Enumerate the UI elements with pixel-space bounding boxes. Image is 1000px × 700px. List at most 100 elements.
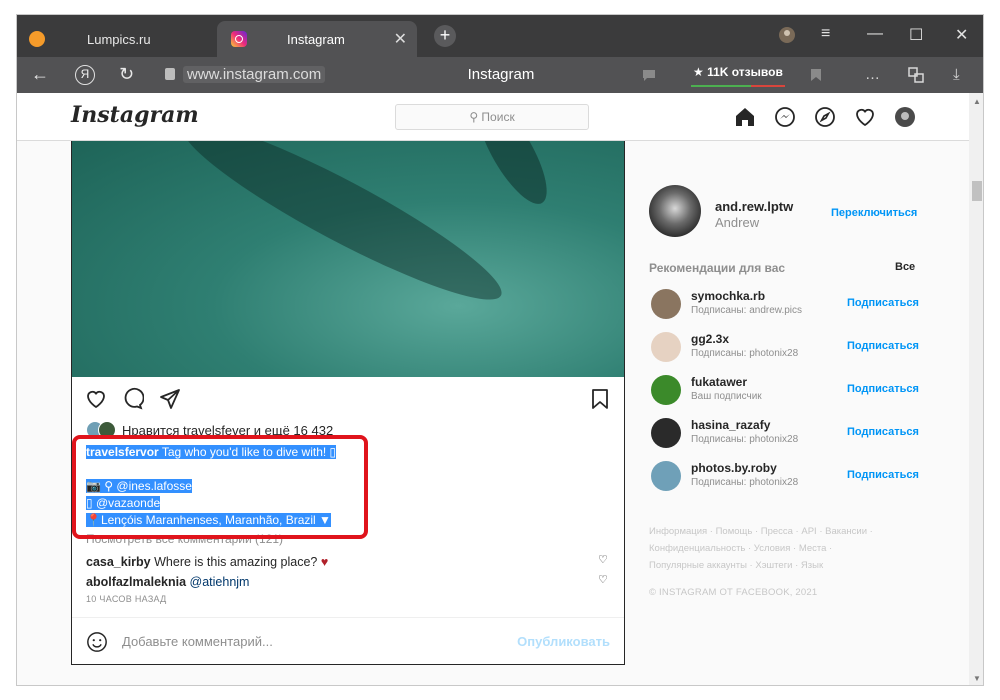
address-bar: ← Я ↻ www.instagram.com Instagram ★ 11K … [17, 57, 983, 93]
ig-header: Instagram ⚲ Поиск [17, 93, 969, 141]
reload-icon[interactable]: ↻ [119, 64, 134, 85]
search-input[interactable]: ⚲ Поиск [395, 104, 589, 130]
follow-button[interactable]: Подписаться [847, 469, 919, 481]
home-icon[interactable] [733, 105, 757, 129]
browser-window: Lumpics.ru Instagram ✕ + ≡ — ☐ ✕ ← Я ↻ w… [16, 14, 984, 686]
comment-mention[interactable]: @atiehnjm [190, 575, 250, 589]
follow-button[interactable]: Подписаться [847, 383, 919, 395]
tab-instagram[interactable]: Instagram ✕ [217, 21, 417, 57]
instagram-favicon-icon [231, 31, 247, 47]
page-scrollbar[interactable]: ▲ ▼ [969, 93, 983, 685]
comment-user[interactable]: abolfazlmaleknia [86, 575, 186, 589]
tab-close-icon[interactable]: ✕ [394, 29, 407, 49]
activity-heart-icon[interactable] [853, 105, 877, 129]
rec-username[interactable]: gg2.3x [691, 332, 729, 346]
post-image[interactable] [72, 141, 624, 377]
maximize-icon[interactable]: ☐ [909, 25, 923, 45]
footer-line[interactable]: Конфиденциальность · Условия · Места · [649, 540, 889, 557]
red-highlight-box [72, 435, 368, 539]
follow-button[interactable]: Подписаться [847, 297, 919, 309]
minimize-icon[interactable]: — [867, 25, 883, 43]
comment-input[interactable]: Добавьте комментарий... [122, 634, 273, 649]
tab-lumpics[interactable]: Lumpics.ru [17, 21, 217, 57]
lock-icon [165, 68, 175, 80]
comment-row: casa_kirby Where is this amazing place? … [86, 555, 328, 569]
post-actions [72, 379, 624, 419]
rec-subtitle: Подписаны: photonix28 [691, 477, 799, 488]
post-time[interactable]: 10 ЧАСОВ НАЗАД [86, 594, 167, 604]
save-bookmark-icon[interactable] [588, 387, 612, 411]
rec-avatar[interactable] [651, 332, 681, 362]
profile-avatar-icon[interactable] [893, 105, 917, 129]
rec-avatar[interactable] [651, 418, 681, 448]
footer-line[interactable]: Популярные аккаунты · Хэштеги · Язык [649, 557, 889, 574]
extensions-icon[interactable] [907, 66, 925, 84]
add-comment-bar: Добавьте комментарий... Опубликовать [72, 617, 624, 665]
comment-row: abolfazlmaleknia @atiehnjm [86, 575, 249, 589]
recommendation-item: gg2.3x Подписаны: photonix28 Подписаться [649, 330, 919, 366]
bookmark-icon[interactable] [810, 68, 822, 82]
comment-icon[interactable] [120, 387, 144, 411]
rec-subtitle: Ваш подписчик [691, 391, 762, 402]
follow-button[interactable]: Подписаться [847, 340, 919, 352]
my-avatar[interactable] [649, 185, 701, 237]
like-heart-icon[interactable] [84, 387, 108, 411]
recommendation-item: symochka.rb Подписаны: andrew.pics Подпи… [649, 287, 919, 323]
post-card: Нравится travelsfever и ещё 16 432 trave… [71, 141, 625, 665]
comment-user[interactable]: casa_kirby [86, 555, 151, 569]
rec-username[interactable]: photos.by.roby [691, 461, 777, 475]
window-close-icon[interactable]: ✕ [955, 25, 968, 45]
footer-links: Информация · Помощь · Пресса · API · Вак… [649, 523, 889, 574]
recommendations-title: Рекомендации для вас [649, 261, 786, 275]
yandex-button[interactable]: Я [75, 65, 95, 85]
tab-label: Lumpics.ru [87, 32, 151, 47]
reviews-label: ★ 11K отзывов [693, 65, 783, 79]
rec-username[interactable]: fukatawer [691, 375, 747, 389]
tab-bar: Lumpics.ru Instagram ✕ + ≡ — ☐ ✕ [17, 15, 983, 57]
scroll-down-icon[interactable]: ▼ [973, 674, 981, 683]
rec-avatar[interactable] [651, 461, 681, 491]
comment-text: Where is this amazing place? [150, 555, 321, 569]
new-tab-button[interactable]: + [434, 25, 456, 47]
reviews-badge[interactable]: ★ 11K отзывов [691, 63, 785, 87]
instagram-page: Instagram ⚲ Поиск Нравится travelsfever … [17, 93, 969, 685]
publish-button[interactable]: Опубликовать [517, 634, 610, 649]
explore-compass-icon[interactable] [813, 105, 837, 129]
copyright: © INSTAGRAM ОТ FACEBOOK, 2021 [649, 587, 818, 598]
footer-line[interactable]: Информация · Помощь · Пресса · API · Вак… [649, 523, 889, 540]
rec-username[interactable]: hasina_razafy [691, 418, 770, 432]
back-arrow-icon[interactable]: ← [31, 64, 49, 85]
rec-username[interactable]: symochka.rb [691, 289, 765, 303]
recommendation-item: hasina_razafy Подписаны: photonix28 Подп… [649, 416, 919, 452]
scroll-thumb[interactable] [972, 181, 982, 201]
browser-menu-icon[interactable]: ≡ [821, 25, 830, 43]
recommendation-item: photos.by.roby Подписаны: photonix28 Под… [649, 459, 919, 495]
comment-like-icon[interactable]: ♡ [598, 553, 608, 566]
my-username[interactable]: and.rew.lptw [715, 199, 793, 214]
my-name: Andrew [715, 215, 760, 230]
page-title: Instagram [467, 66, 535, 83]
comment-like-icon[interactable]: ♡ [598, 573, 608, 586]
tab-label: Instagram [287, 32, 345, 47]
follow-button[interactable]: Подписаться [847, 426, 919, 438]
rec-avatar[interactable] [651, 375, 681, 405]
url-field[interactable]: www.instagram.com [183, 66, 326, 83]
recommendation-item: fukatawer Ваш подписчик Подписаться [649, 373, 919, 409]
instagram-logo[interactable]: Instagram [71, 102, 199, 128]
rec-subtitle: Подписаны: photonix28 [691, 434, 799, 445]
switch-account-button[interactable]: Переключиться [831, 207, 917, 219]
lumpics-favicon-icon [29, 31, 45, 47]
heart-emoji: ♥ [320, 555, 329, 569]
user-avatar-icon[interactable] [777, 25, 797, 45]
emoji-smile-icon[interactable] [86, 631, 108, 653]
share-send-icon[interactable] [158, 387, 182, 411]
messenger-icon[interactable] [773, 105, 797, 129]
rec-avatar[interactable] [651, 289, 681, 319]
download-icon[interactable]: ⤓ [953, 66, 960, 83]
rec-subtitle: Подписаны: andrew.pics [691, 305, 803, 316]
scroll-up-icon[interactable]: ▲ [973, 97, 981, 106]
see-all-link[interactable]: Все [895, 261, 915, 273]
chat-icon[interactable] [642, 68, 656, 82]
more-icon[interactable]: … [865, 66, 880, 83]
rec-subtitle: Подписаны: photonix28 [691, 348, 799, 359]
